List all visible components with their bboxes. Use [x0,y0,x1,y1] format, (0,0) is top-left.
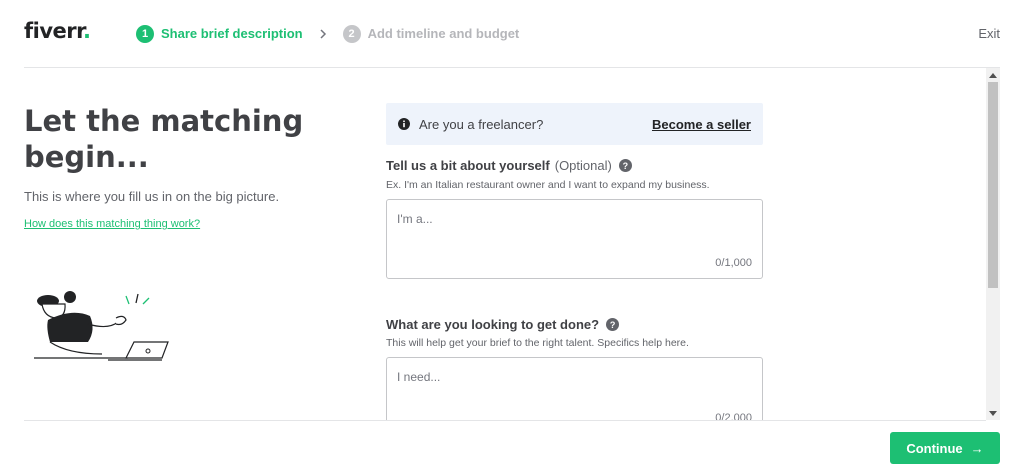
top-header: fiverr. 1 Share brief description 2 Add … [0,0,1024,67]
looking-to-get-done-hint: This will help get your brief to the rig… [386,337,689,349]
vertical-scrollbar[interactable] [986,68,1000,420]
banner-text: Are you a freelancer? [419,117,544,132]
about-yourself-textarea[interactable]: I'm a... 0/1,000 [386,199,763,279]
arrow-right-icon: → [970,440,984,456]
progress-steps: 1 Share brief description 2 Add timeline… [136,24,519,43]
footer-divider [24,420,986,421]
textarea-placeholder: I need... [397,370,441,384]
logo-dot: . [83,19,91,43]
continue-button[interactable]: Continue → [890,432,1000,464]
scroll-up-arrow-icon[interactable] [986,68,1000,82]
step-label: Share brief description [161,26,303,41]
logo-text: fiverr [24,19,84,43]
fiverr-logo[interactable]: fiverr. [24,19,91,43]
question-mark-icon[interactable]: ? [618,159,632,172]
page-title: Let the matching begin... [24,104,304,174]
step-timeline-budget: 2 Add timeline and budget [342,24,520,43]
step-share-brief: 1 Share brief description [136,24,303,43]
exit-link[interactable]: Exit [978,26,1000,41]
about-yourself-hint: Ex. I'm an Italian restaurant owner and … [386,179,710,191]
header-divider [24,67,1000,68]
about-yourself-label: Tell us a bit about yourself (Optional) … [386,158,632,173]
scrollbar-thumb[interactable] [988,82,998,288]
how-matching-works-link[interactable]: How does this matching thing work? [24,218,200,230]
field-label-text: What are you looking to get done? [386,317,600,332]
field-label-text: Tell us a bit about yourself [386,158,550,173]
continue-label: Continue [906,440,963,456]
question-mark-icon[interactable]: ? [606,318,620,331]
step-number-badge: 1 [136,24,154,43]
step-label: Add timeline and budget [367,26,520,41]
optional-tag: (Optional) [554,158,612,173]
looking-to-get-done-label: What are you looking to get done? ? [386,317,620,332]
freelancer-illustration [34,291,169,361]
character-counter: 0/1,000 [715,257,752,269]
scroll-down-arrow-icon[interactable] [986,406,1000,420]
info-icon [398,117,410,130]
page-subtitle: This is where you fill us in on the big … [24,189,280,204]
footer-bar [0,421,1024,476]
become-seller-link[interactable]: Become a seller [652,117,751,132]
chevron-right-icon [317,28,329,40]
step-number-badge: 2 [342,24,361,43]
freelancer-banner: Are you a freelancer? Become a seller [386,103,763,145]
textarea-placeholder: I'm a... [397,212,433,226]
